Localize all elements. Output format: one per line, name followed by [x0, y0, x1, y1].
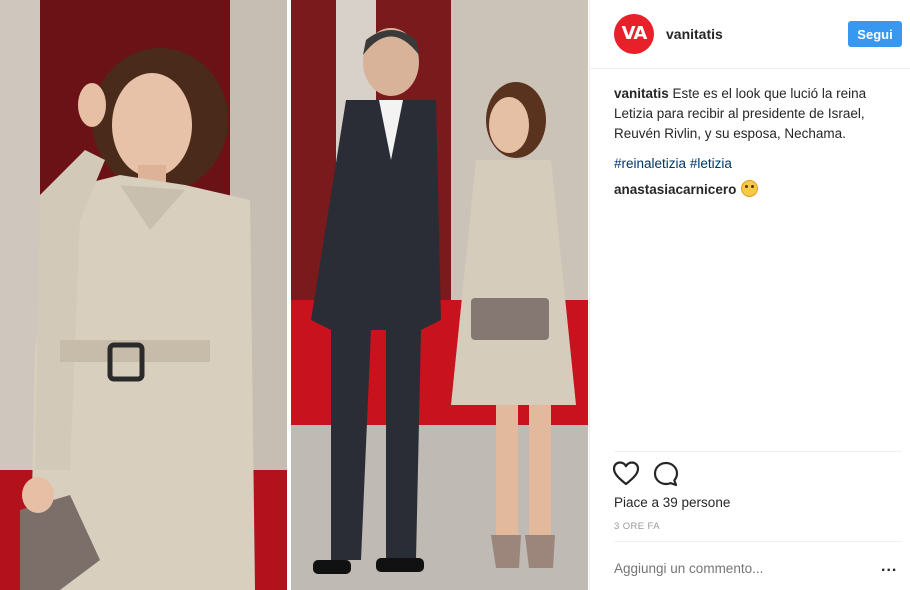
post-timestamp: 3 ORE FA — [614, 521, 660, 532]
header-username[interactable]: vanitatis — [666, 26, 723, 42]
hashtag-link[interactable]: #reinaletizia — [614, 156, 686, 171]
divider — [614, 541, 902, 542]
hashtag-link[interactable]: #letizia — [690, 156, 732, 171]
likes-count[interactable]: Piace a 39 persone — [614, 495, 730, 510]
post-caption: vanitatis Este es el look que lució la r… — [614, 84, 889, 144]
add-comment-input[interactable] — [614, 561, 864, 576]
hashtag-list: #reinaletizia #letizia — [614, 156, 732, 171]
flushed-face-emoji-icon — [741, 180, 759, 197]
photo-panel-right — [291, 0, 588, 590]
more-options-icon[interactable]: ... — [881, 558, 897, 576]
comment-item: anastasiacarnicero — [614, 180, 759, 197]
post-image[interactable] — [0, 0, 588, 590]
caption-author[interactable]: vanitatis — [614, 86, 669, 101]
avatar[interactable]: VA — [614, 14, 654, 54]
photo-left-illustration — [0, 0, 287, 590]
photo-right-illustration — [291, 0, 588, 590]
follow-button[interactable]: Segui — [848, 21, 902, 47]
comment-author[interactable]: anastasiacarnicero — [614, 182, 736, 197]
photo-panel-left — [0, 0, 287, 590]
post-sidebar: VA vanitatis Segui vanitatis Este es el … — [589, 0, 910, 590]
divider — [614, 451, 902, 452]
heart-icon[interactable] — [612, 460, 640, 488]
comment-icon[interactable] — [652, 460, 680, 488]
post-header: VA vanitatis Segui — [590, 0, 910, 69]
